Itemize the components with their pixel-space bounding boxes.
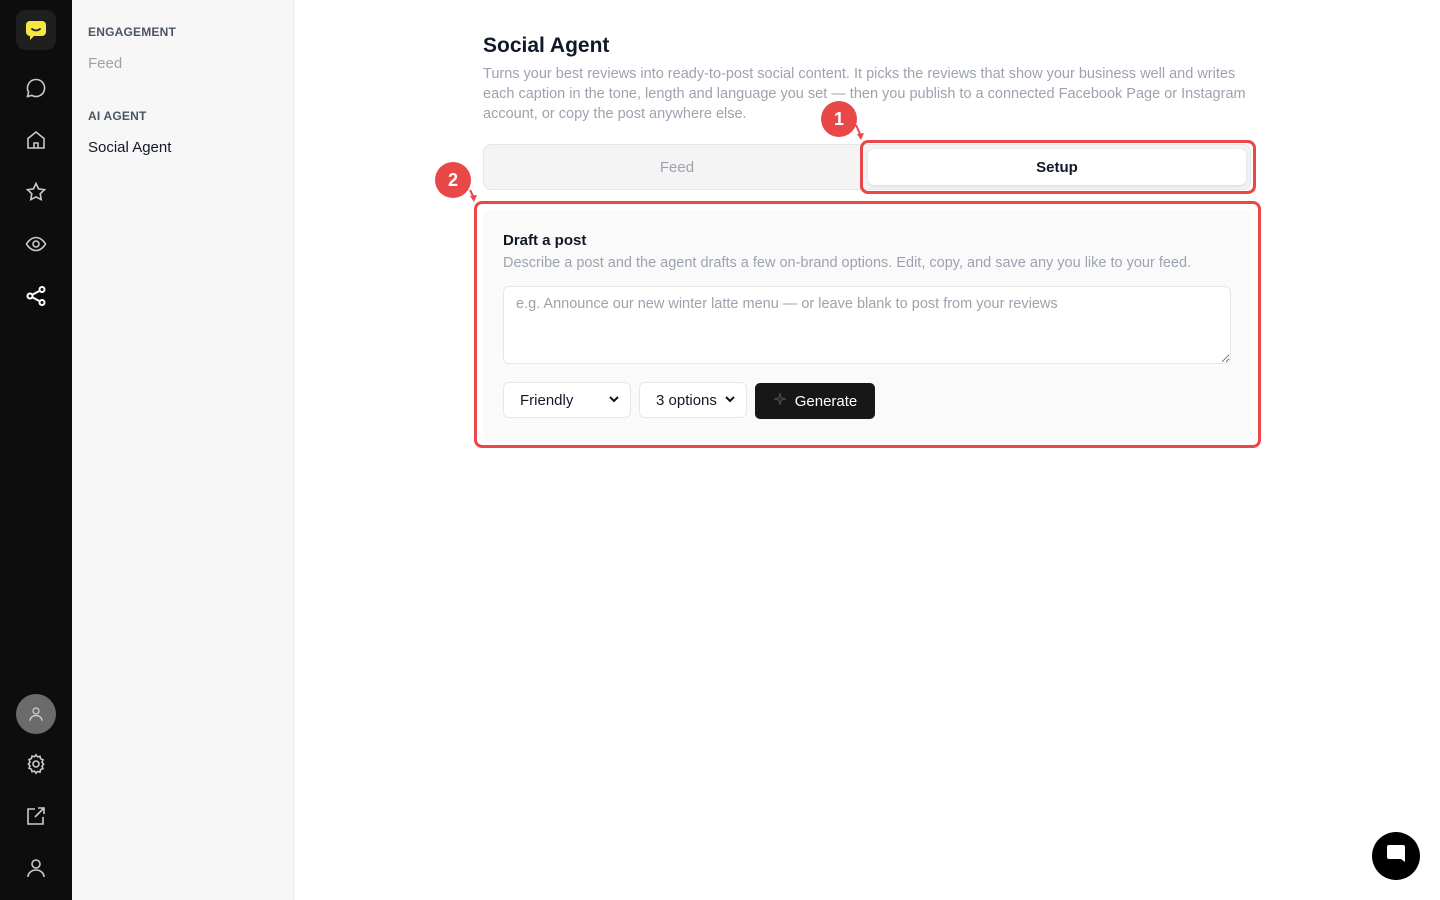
sidebar-item-social-agent[interactable]: Social Agent bbox=[88, 139, 171, 156]
avatar-icon[interactable] bbox=[16, 694, 56, 734]
highlight-box-draft-card bbox=[474, 201, 1261, 448]
user-icon[interactable] bbox=[22, 854, 50, 882]
sidebar-section-ai-agent: AI AGENT bbox=[88, 109, 147, 123]
gear-icon[interactable] bbox=[22, 750, 50, 778]
chat-launcher-button[interactable] bbox=[1372, 832, 1420, 880]
chat-icon[interactable] bbox=[22, 74, 50, 102]
page-title: Social Agent bbox=[483, 34, 610, 57]
highlight-box-setup-tab bbox=[860, 140, 1256, 194]
sidebar-section-engagement: ENGAGEMENT bbox=[88, 25, 177, 39]
eye-icon[interactable] bbox=[22, 230, 50, 258]
star-icon[interactable] bbox=[22, 178, 50, 206]
external-link-icon[interactable] bbox=[22, 802, 50, 830]
tab-feed[interactable]: Feed bbox=[484, 145, 870, 189]
annotation-badge-2: 2 bbox=[435, 162, 471, 198]
logo-chat-icon[interactable] bbox=[16, 10, 56, 50]
page-description: Turns your best reviews into ready-to-po… bbox=[483, 66, 1246, 122]
annotation-badge-1: 1 bbox=[821, 101, 857, 137]
sidebar-item-feed[interactable]: Feed bbox=[88, 55, 122, 72]
chat-bubble-icon bbox=[1384, 842, 1408, 871]
icon-rail bbox=[0, 0, 72, 900]
share-icon[interactable] bbox=[22, 282, 50, 310]
secondary-sidebar: ENGAGEMENT Feed AI AGENT Social Agent bbox=[72, 0, 294, 900]
home-icon[interactable] bbox=[22, 126, 50, 154]
